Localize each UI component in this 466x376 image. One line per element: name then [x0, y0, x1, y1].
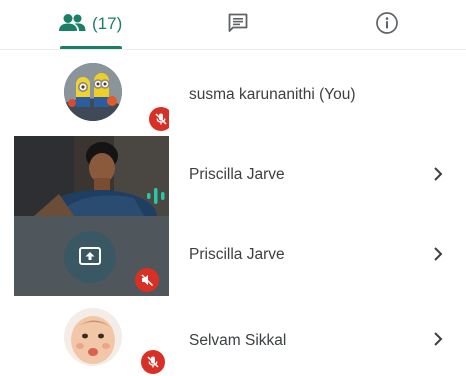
participant-video — [14, 136, 169, 216]
speaking-indicator-icon — [144, 186, 168, 206]
tab-info[interactable] — [370, 0, 404, 46]
people-count: (17) — [92, 14, 123, 33]
people-icon — [58, 13, 86, 33]
participant-row[interactable]: susma karunanithi (You) — [0, 56, 466, 136]
cartoon-minions-avatar — [64, 63, 122, 121]
screen-share-icon — [64, 231, 116, 283]
tab-people[interactable]: (17) — [28, 0, 208, 46]
tab-chat[interactable] — [222, 0, 254, 46]
participant-tile — [14, 56, 169, 136]
participant-tile — [14, 216, 169, 296]
chevron-right-icon[interactable] — [431, 245, 445, 263]
participant-name: Selvam Sikkal — [189, 332, 287, 349]
mic-muted-icon — [149, 107, 169, 131]
participant-row[interactable]: Selvam Sikkal — [0, 296, 466, 376]
participant-tile — [14, 296, 169, 376]
participant-name: Priscilla Jarve — [189, 246, 285, 263]
participant-name: susma karunanithi (You) — [189, 86, 356, 103]
participants-tab-bar: (17) — [0, 0, 466, 50]
chat-icon — [227, 12, 249, 34]
baby-photo-avatar — [64, 308, 122, 366]
chevron-right-icon[interactable] — [431, 330, 445, 348]
mic-muted-icon — [141, 350, 165, 374]
info-icon — [375, 11, 399, 35]
tab-divider — [0, 49, 466, 50]
chevron-right-icon[interactable] — [431, 165, 445, 183]
participant-name: Priscilla Jarve — [189, 166, 285, 183]
mic-muted-icon — [135, 268, 159, 292]
participant-row[interactable]: Priscilla Jarve — [0, 136, 466, 216]
participant-row[interactable]: Priscilla Jarve — [0, 216, 466, 296]
